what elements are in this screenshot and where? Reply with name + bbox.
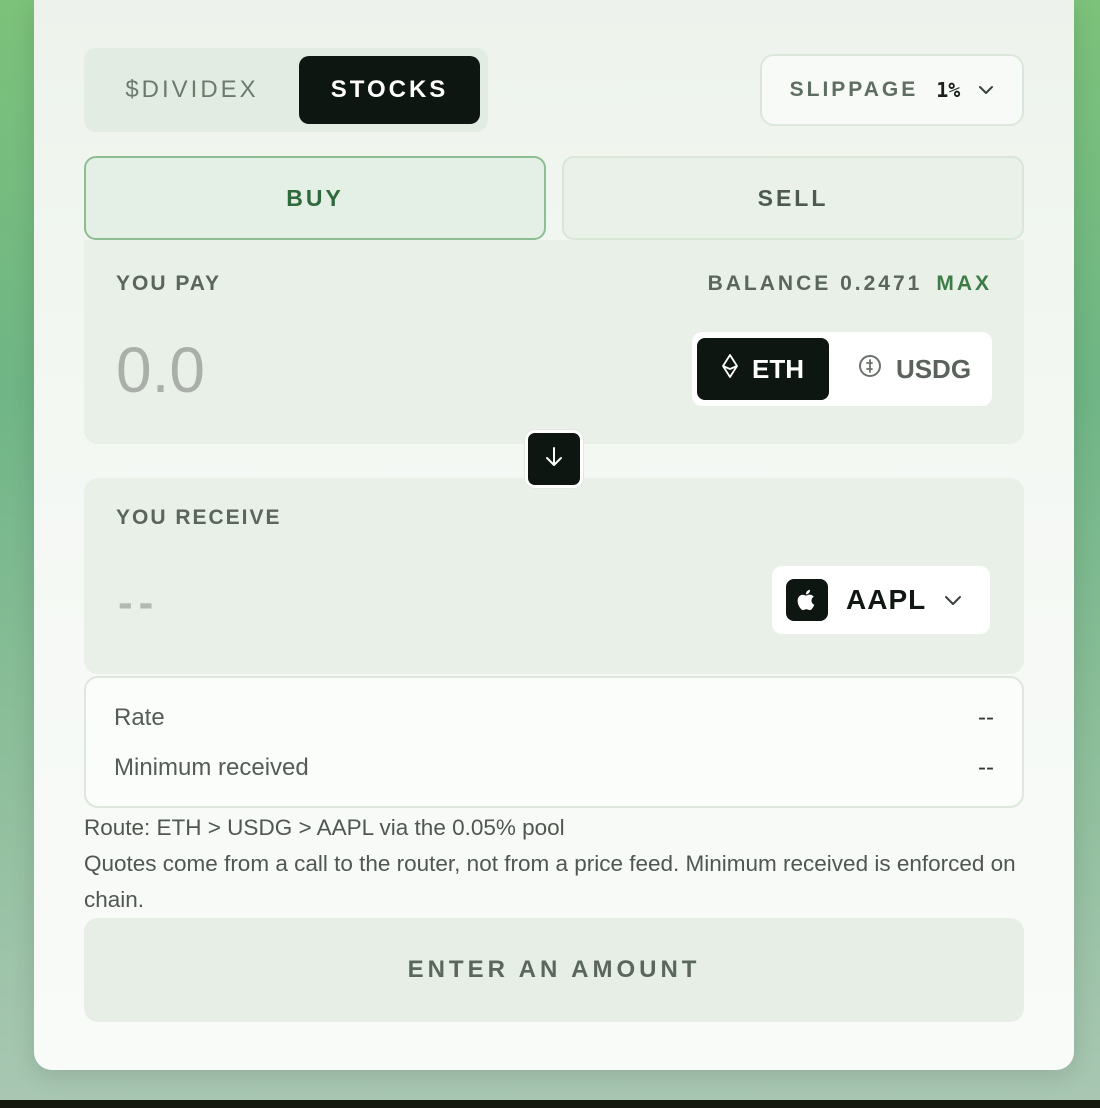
pay-panel: YOU PAY BALANCE 0.2471 MAX ETH USDG — [84, 240, 1024, 444]
tab-sell[interactable]: SELL — [562, 156, 1024, 240]
apple-icon — [786, 579, 828, 621]
asset-selector[interactable]: AAPL — [772, 566, 990, 634]
you-pay-label: YOU PAY — [116, 272, 222, 295]
slippage-value: 1% — [936, 78, 961, 102]
rate-row: Rate -- — [114, 704, 994, 734]
top-bar: $DIVIDEX STOCKS SLIPPAGE 1% — [84, 48, 1024, 132]
pay-token-switch: ETH USDG — [692, 332, 992, 406]
tab-buy[interactable]: BUY — [84, 156, 546, 240]
min-received-label: Minimum received — [114, 754, 309, 781]
receive-amount: -- — [118, 578, 160, 627]
chevron-down-icon — [978, 85, 994, 95]
quote-details: Rate -- Minimum received -- — [84, 676, 1024, 808]
slippage-selector[interactable]: SLIPPAGE 1% — [760, 54, 1024, 126]
swap-direction-button[interactable] — [525, 430, 583, 488]
quote-disclaimer: Quotes come from a call to the router, n… — [84, 851, 1016, 912]
ethereum-icon — [722, 353, 738, 385]
you-receive-label: YOU RECEIVE — [116, 506, 282, 529]
route-notes: Route: ETH > USDG > AAPL via the 0.05% p… — [84, 810, 1024, 918]
min-received-value: -- — [978, 754, 994, 781]
side-tabs: BUY SELL — [84, 156, 1024, 240]
route-text: Route: ETH > USDG > AAPL via the 0.05% p… — [84, 815, 565, 840]
token-usdg-label: USDG — [895, 353, 972, 384]
pay-amount-input[interactable] — [116, 330, 516, 410]
balance-text: BALANCE 0.2471 — [707, 272, 923, 295]
min-received-row: Minimum received -- — [114, 754, 994, 784]
token-eth-label: ETH — [752, 353, 804, 384]
mode-stocks-button[interactable]: STOCKS — [299, 56, 480, 124]
arrow-down-icon — [544, 446, 564, 473]
bottom-strip — [0, 1100, 1100, 1108]
swap-card: $DIVIDEX STOCKS SLIPPAGE 1% BUY SELL YOU… — [34, 0, 1074, 1070]
enter-amount-button[interactable]: ENTER AN AMOUNT — [84, 918, 1024, 1022]
usdg-coin-icon — [858, 354, 882, 385]
receive-panel: YOU RECEIVE -- AAPL — [84, 478, 1024, 674]
asset-name: AAPL — [846, 584, 927, 615]
mode-dividex-button[interactable]: $DIVIDEX — [92, 56, 292, 124]
balance-row: BALANCE 0.2471 MAX — [708, 272, 992, 296]
rate-label: Rate — [114, 704, 165, 731]
max-button[interactable]: MAX — [936, 272, 992, 296]
slippage-label: SLIPPAGE — [789, 78, 919, 101]
chevron-down-icon — [944, 595, 962, 606]
token-usdg-button[interactable]: USDG — [842, 338, 987, 400]
token-eth-button[interactable]: ETH — [697, 338, 829, 400]
rate-value: -- — [978, 704, 994, 731]
mode-toggle: $DIVIDEX STOCKS — [84, 48, 488, 132]
